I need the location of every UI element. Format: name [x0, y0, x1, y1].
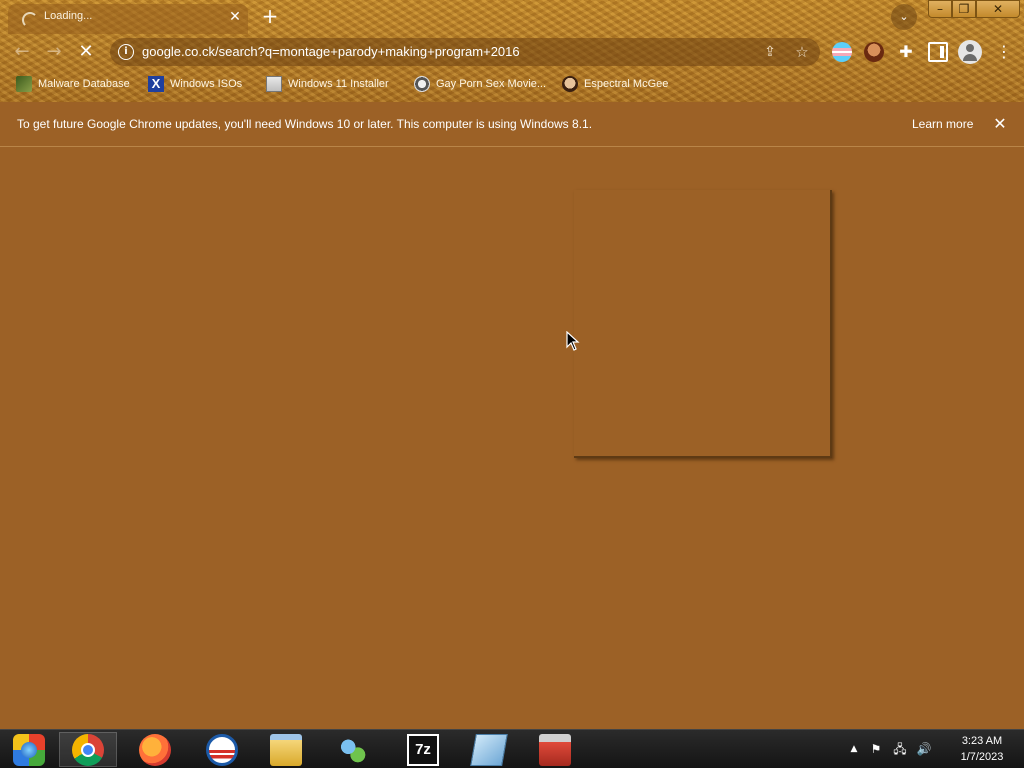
- taskbar-network-app[interactable]: [324, 732, 382, 767]
- notes-icon: [470, 733, 508, 766]
- bookmark-label: Gay Porn Sex Movie...: [436, 78, 547, 90]
- espectral-mcgee-icon: [562, 76, 578, 92]
- malware-database-icon: [16, 76, 32, 92]
- bookmark-espectral-mcgee[interactable]: Espectral McGee: [562, 72, 668, 96]
- start-button[interactable]: [0, 732, 58, 767]
- volume-icon[interactable]: 🔊: [916, 741, 932, 757]
- close-window-button[interactable]: ✕: [976, 0, 1020, 18]
- taskbar-7zip[interactable]: 7z: [394, 732, 452, 767]
- infobar-message: To get future Google Chrome updates, you…: [17, 117, 593, 131]
- taskbar-obama-logo[interactable]: [193, 732, 251, 767]
- page-content: [0, 147, 1024, 729]
- side-panel-icon[interactable]: [928, 42, 948, 62]
- bookmark-movie[interactable]: Gay Porn Sex Movie...: [414, 72, 546, 96]
- taskbar-chrome[interactable]: [59, 732, 117, 767]
- chrome-icon: [72, 733, 104, 766]
- windows-isos-icon: X: [148, 76, 164, 92]
- back-button[interactable]: ←: [10, 40, 34, 64]
- start-orb-icon: [13, 733, 45, 766]
- seven-zip-icon: 7z: [407, 733, 439, 766]
- extension-avatar-icon[interactable]: [864, 42, 884, 62]
- clock-date: 1/7/2023: [960, 751, 1004, 763]
- extension-flag-icon[interactable]: [832, 42, 852, 62]
- system-tray: ▲ ⚑ 🖧 🔊 3:23 AM 1/7/2023: [846, 730, 1024, 768]
- close-tab-icon[interactable]: ✕: [226, 8, 244, 26]
- bookmark-label: Malware Database: [38, 78, 130, 90]
- file-explorer-icon: [270, 733, 302, 766]
- close-infobar-icon[interactable]: ✕: [990, 114, 1010, 134]
- taskbar-notes[interactable]: [460, 732, 518, 767]
- minimize-button[interactable]: –: [928, 0, 952, 18]
- movie-reel-icon: [414, 76, 430, 92]
- windows-11-installer-icon: [266, 76, 282, 92]
- bookmark-windows-isos[interactable]: X Windows ISOs: [148, 72, 242, 96]
- update-infobar: To get future Google Chrome updates, you…: [0, 102, 1024, 147]
- forward-button[interactable]: →: [42, 40, 66, 64]
- site-info-icon[interactable]: i: [118, 44, 134, 60]
- clock-time: 3:23 AM: [961, 735, 1003, 747]
- address-bar[interactable]: i google.co.ck/search?q=montage+parody+m…: [110, 38, 820, 66]
- tab-search-chevron-icon[interactable]: ⌄: [891, 4, 917, 30]
- taskbar: 7z ▲ ⚑ 🖧 🔊 3:23 AM 1/7/2023: [0, 729, 1024, 768]
- share-icon[interactable]: ⇪: [760, 42, 780, 62]
- show-hidden-icons-chevron-icon[interactable]: ▲: [846, 741, 862, 757]
- bookmark-star-icon[interactable]: ☆: [792, 42, 812, 62]
- tab-title: Loading...: [44, 10, 93, 22]
- url-text[interactable]: google.co.ck/search?q=montage+parody+mak…: [142, 44, 520, 59]
- stop-loading-button[interactable]: ✕: [74, 40, 98, 64]
- taskbar-firefox[interactable]: [126, 732, 184, 767]
- taskbar-toolbox[interactable]: [526, 732, 584, 767]
- profile-avatar-icon[interactable]: [958, 40, 982, 64]
- bookmark-label: Windows ISOs: [170, 78, 243, 90]
- network-icon[interactable]: 🖧: [892, 741, 908, 757]
- bookmarks-bar: Malware Database X Windows ISOs Windows …: [0, 72, 1024, 96]
- firefox-icon: [139, 733, 171, 766]
- loading-spinner-icon: [22, 12, 38, 28]
- bookmark-malware-database[interactable]: Malware Database: [16, 72, 130, 96]
- obama-logo-icon: [206, 733, 238, 766]
- bookmark-windows-11-installer[interactable]: Windows 11 Installer: [266, 72, 389, 96]
- taskbar-file-explorer[interactable]: [257, 732, 315, 767]
- more-menu-icon[interactable]: ⋮: [994, 42, 1014, 62]
- window-ghost-outline: [574, 190, 832, 458]
- learn-more-link[interactable]: Learn more: [912, 117, 973, 131]
- extensions-puzzle-icon[interactable]: ✚: [896, 42, 916, 62]
- bookmark-label: Windows 11 Installer: [288, 78, 389, 90]
- network-people-icon: [337, 733, 369, 766]
- clock[interactable]: 3:23 AM 1/7/2023: [942, 733, 1022, 765]
- toolbox-icon: [539, 733, 571, 766]
- new-tab-button[interactable]: +: [259, 5, 281, 27]
- action-center-flag-icon[interactable]: ⚑: [868, 741, 884, 757]
- restore-button[interactable]: ❐: [952, 0, 976, 18]
- bookmark-label: Espectral McGee: [584, 78, 669, 90]
- browser-frame: Loading... ✕ + ⌄ – ❐ ✕ ← → ✕ i google.co…: [0, 0, 1024, 102]
- tab-loading[interactable]: Loading... ✕: [8, 4, 248, 34]
